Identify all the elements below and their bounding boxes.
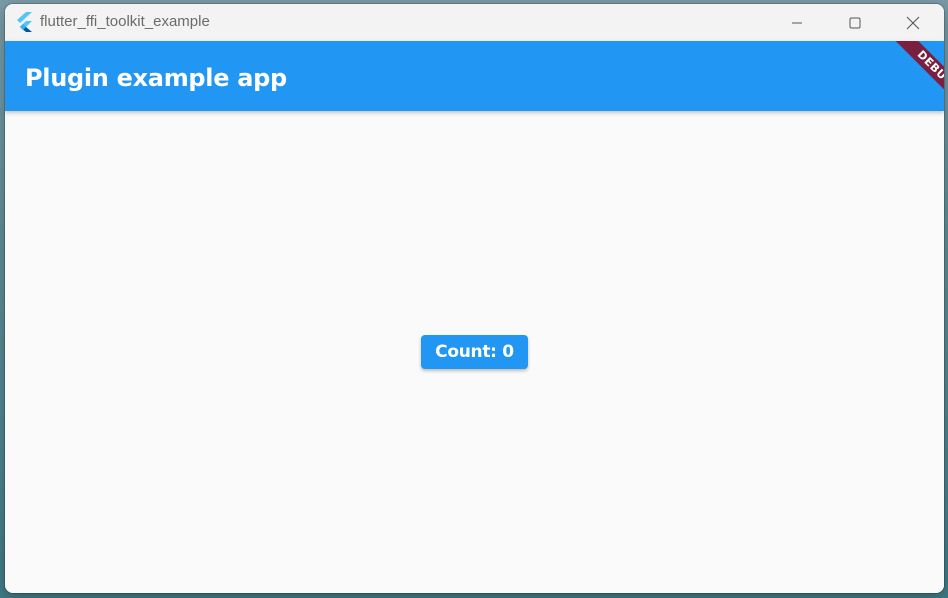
minimize-icon [791,17,803,29]
maximize-button[interactable] [826,4,884,41]
app-window: flutter_ffi_toolkit_example Plugin examp… [5,4,944,593]
minimize-button[interactable] [768,4,826,41]
close-icon [906,16,920,30]
page-title: Plugin example app [25,64,287,92]
close-button[interactable] [884,4,942,41]
count-button[interactable]: Count: 0 [421,335,528,369]
title-bar[interactable]: flutter_ffi_toolkit_example [5,4,944,41]
window-title: flutter_ffi_toolkit_example [40,13,210,30]
maximize-icon [849,17,861,29]
app-bar: Plugin example app [5,41,944,111]
flutter-logo-icon [15,12,33,32]
